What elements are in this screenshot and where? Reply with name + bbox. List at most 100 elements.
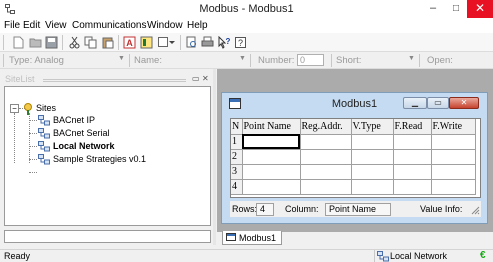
grid-cell[interactable]: [300, 134, 352, 150]
cut-icon[interactable]: [68, 36, 81, 49]
network-icon: [38, 115, 50, 126]
table-row[interactable]: 2: [231, 149, 476, 165]
analog-icon[interactable]: A: [123, 36, 136, 49]
column-header-f-write[interactable]: F.Write: [431, 119, 476, 135]
menu-help[interactable]: Help: [187, 20, 208, 31]
points-grid[interactable]: N Point Name Reg.Addr. V.Type F.Read F.W…: [230, 118, 481, 198]
sitelist-header: SiteList ▭ ✕: [5, 73, 210, 86]
grid-cell[interactable]: [393, 179, 432, 195]
column-header-v-type[interactable]: V.Type: [351, 119, 394, 135]
toolbar-separator: [180, 35, 181, 50]
grid-cell[interactable]: [242, 164, 301, 180]
site-tree[interactable]: − Sites BACnet IP BACnet Serial Local Ne…: [4, 86, 211, 226]
column-header-point-name[interactable]: Point Name: [242, 119, 301, 135]
tree-item-sample-strategies[interactable]: Sample Strategies v0.1: [38, 153, 146, 165]
toolbar-separator: [118, 35, 119, 50]
close-panel-icon[interactable]: ✕: [202, 74, 209, 83]
grid-cell[interactable]: [242, 179, 301, 195]
number-input[interactable]: 0: [297, 54, 324, 66]
child-minimize-button[interactable]: ▁: [403, 97, 427, 109]
open-folder-icon[interactable]: [29, 36, 42, 49]
maximize-button[interactable]: □: [446, 0, 466, 18]
grid-cell[interactable]: [393, 134, 432, 150]
row-number: 2: [231, 149, 243, 165]
rows-label: Rows:: [232, 204, 258, 214]
column-header-reg-addr[interactable]: Reg.Addr.: [300, 119, 352, 135]
column-header-f-read[interactable]: F.Read: [393, 119, 432, 135]
new-file-icon[interactable]: [12, 36, 25, 49]
table-row[interactable]: 3: [231, 164, 476, 180]
grid-cell[interactable]: [300, 164, 352, 180]
grid-cell[interactable]: [351, 179, 394, 195]
resize-grip-icon[interactable]: [470, 205, 480, 215]
tree-item-bacnet-serial[interactable]: BACnet Serial: [38, 127, 110, 139]
panel-splitter[interactable]: [213, 69, 216, 245]
tree-line: [29, 146, 37, 147]
short-label: Short:: [336, 55, 362, 66]
chevron-down-icon[interactable]: ▼: [118, 55, 125, 62]
grid-cell[interactable]: [431, 179, 476, 195]
grid-cell[interactable]: [393, 164, 432, 180]
menu-window[interactable]: Window: [147, 20, 183, 31]
tree-item-bacnet-ip[interactable]: BACnet IP: [38, 114, 95, 126]
document-window-icon: [226, 233, 236, 241]
print-icon[interactable]: [201, 36, 214, 49]
status-text: Ready: [4, 251, 31, 261]
grid-cell[interactable]: [300, 179, 352, 195]
collapse-toggle[interactable]: −: [10, 104, 19, 113]
column-header-n[interactable]: N: [231, 119, 243, 135]
grid-cell[interactable]: [431, 149, 476, 165]
help-icon[interactable]: ?: [234, 36, 247, 49]
tree-line: [29, 120, 37, 121]
grid-cell[interactable]: [351, 134, 394, 150]
child-restore-button[interactable]: ▭: [427, 97, 449, 109]
chevron-down-icon[interactable]: ▼: [408, 55, 415, 62]
table-row[interactable]: 1: [231, 134, 476, 150]
column-label: Column:: [285, 204, 319, 214]
network-icon: [38, 141, 50, 152]
copy-icon[interactable]: [84, 36, 97, 49]
header-gripper[interactable]: [43, 79, 186, 82]
tree-item-local-network[interactable]: Local Network: [38, 140, 115, 152]
tree-line: [29, 159, 37, 160]
paste-icon[interactable]: [101, 36, 114, 49]
table-row[interactable]: 4: [231, 179, 476, 195]
child-title-bar[interactable]: Modbus1 ▁ ▭ ✕: [222, 93, 487, 115]
menu-communications[interactable]: Communications: [72, 20, 146, 31]
grid-cell[interactable]: [431, 134, 476, 150]
menu-file[interactable]: File: [4, 20, 20, 31]
grid-cell-selected[interactable]: [242, 134, 301, 150]
chevron-down-icon[interactable]: [168, 36, 176, 49]
pin-icon[interactable]: ▭: [192, 74, 200, 83]
context-help-icon[interactable]: ?: [218, 36, 231, 49]
grid-cell[interactable]: [431, 164, 476, 180]
grid-cell[interactable]: [393, 149, 432, 165]
open-label: Open:: [427, 55, 453, 66]
menu-edit[interactable]: Edit: [23, 20, 40, 31]
rows-value: 4: [256, 203, 274, 216]
save-icon[interactable]: [45, 36, 58, 49]
type-dropdown[interactable]: Type: Analog: [9, 55, 64, 66]
tab-modbus1[interactable]: Modbus1: [222, 231, 282, 245]
grid-cell[interactable]: [351, 149, 394, 165]
svg-text:?: ?: [238, 38, 243, 48]
chevron-down-icon[interactable]: ▼: [239, 55, 246, 62]
svg-text:A: A: [126, 38, 133, 48]
print-preview-icon[interactable]: [185, 36, 198, 49]
child-close-button[interactable]: ✕: [449, 97, 479, 109]
value-info-label: Value Info:: [420, 204, 463, 214]
toolbar-separator: [62, 35, 63, 50]
tree-item-sites[interactable]: Sites: [23, 102, 56, 115]
network-icon: [38, 128, 50, 139]
grid-cell[interactable]: [351, 164, 394, 180]
close-button[interactable]: ✕: [467, 0, 493, 18]
document-tab-strip: Modbus1: [217, 231, 493, 245]
minimize-button[interactable]: –: [421, 0, 445, 18]
grid-cell[interactable]: [242, 149, 301, 165]
grid-cell[interactable]: [300, 149, 352, 165]
main-toolbar: A ? ?: [0, 33, 493, 52]
digital-icon[interactable]: [140, 36, 153, 49]
row-number: 1: [231, 134, 243, 150]
menu-view[interactable]: View: [45, 20, 67, 31]
grid-status-bar: Rows: 4 Column: Point Name Value Info:: [230, 201, 481, 217]
